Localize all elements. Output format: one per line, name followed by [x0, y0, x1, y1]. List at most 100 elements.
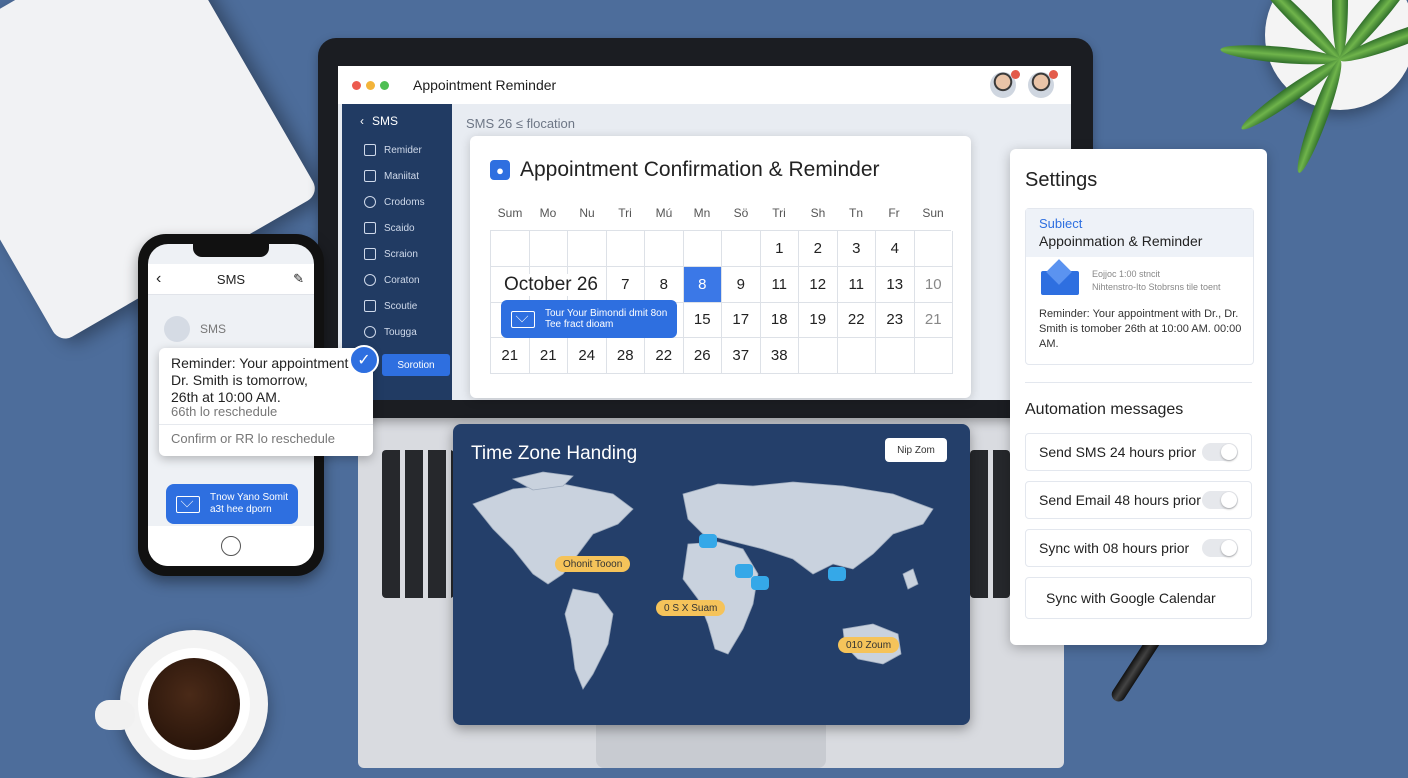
time-zone-tag[interactable]: Ohonit Tooon [555, 556, 631, 572]
weekday-label: Sum [497, 206, 523, 220]
plant-pot [1219, 0, 1408, 176]
sidebar-item-active[interactable]: Sorotion [382, 354, 450, 376]
calendar-day[interactable] [837, 338, 876, 374]
calendar-day[interactable]: 12 [799, 266, 838, 303]
weekday-label: Sun [922, 206, 944, 220]
calendar-day[interactable]: 1 [760, 231, 799, 267]
calendar-day[interactable]: 11 [837, 266, 876, 303]
weekday-label: Tri [772, 206, 786, 220]
sidebar-item[interactable]: Scraion [364, 248, 418, 260]
location-pin-icon[interactable] [751, 576, 769, 590]
minimize-window-dot[interactable] [366, 80, 375, 90]
calendar-header: ● Appointment Confirmation & Reminder [490, 158, 880, 182]
sidebar-item[interactable]: Scoutie [364, 300, 417, 312]
calendar-day[interactable]: 9 [722, 266, 761, 303]
calendar-day[interactable]: 7 [606, 266, 645, 303]
calendar-day[interactable] [529, 231, 568, 267]
calendar-day[interactable]: 21 [491, 338, 530, 374]
location-pin-icon[interactable] [735, 564, 753, 578]
sidebar-item[interactable]: Crodoms [364, 196, 425, 208]
calendar-day[interactable] [683, 231, 722, 267]
calendar-day[interactable]: 2 [799, 231, 838, 267]
compose-icon[interactable]: ✎ [293, 271, 304, 287]
toggle-switch[interactable] [1202, 443, 1238, 461]
sidebar-back[interactable]: ‹ SMS [360, 114, 398, 128]
time-zone-panel: Time Zone Handing Nip Zom Ohonit Tooon 0… [453, 424, 970, 725]
chevron-left-icon: ‹ [360, 114, 364, 128]
subject-label: Subiect [1039, 216, 1083, 231]
home-button[interactable] [221, 536, 241, 556]
calendar-day[interactable]: 38 [760, 338, 799, 374]
location-pin-icon[interactable] [699, 534, 717, 548]
calendar-day[interactable]: 18 [760, 302, 799, 339]
sidebar-item[interactable]: Coraton [364, 274, 420, 286]
confirm-text[interactable]: Confirm or RR lo reschedule [171, 431, 335, 446]
calendar-event[interactable]: Tour Your Bimondi dmit 8on Tee fract dio… [501, 300, 677, 338]
back-arrow-icon[interactable]: ‹ [156, 270, 161, 288]
contact-label: SMS [200, 322, 227, 336]
document-icon [364, 144, 376, 156]
avatar[interactable] [1028, 70, 1058, 98]
message-bubble[interactable]: Tnow Yano Somit a3t hee dporn [166, 484, 298, 524]
calendar-day[interactable] [799, 338, 838, 374]
weekday-label: Tn [848, 206, 863, 220]
calendar-day[interactable]: 13 [876, 266, 915, 303]
calendar-day[interactable]: 21 [914, 302, 953, 339]
calendar-day[interactable] [491, 231, 530, 267]
mail-icon [511, 310, 535, 328]
calendar-day[interactable]: 11 [760, 266, 799, 303]
mail-icon [364, 222, 376, 234]
calendar-day[interactable] [568, 231, 607, 267]
calendar-day[interactable]: 3 [837, 231, 876, 267]
calendar-day[interactable]: 21 [529, 338, 568, 374]
calendar-day[interactable] [645, 231, 684, 267]
calendar-day[interactable] [914, 231, 953, 267]
phone-bottom-bar [148, 526, 314, 566]
calendar-day[interactable]: 15 [683, 302, 722, 339]
month-label: October 26 [502, 274, 600, 296]
settings-title: Settings [1025, 169, 1098, 191]
time-zone-tag[interactable]: 0 S X Suam [656, 600, 726, 616]
sidebar-item[interactable]: Tougga [364, 326, 417, 338]
calendar-day[interactable]: 17 [722, 302, 761, 339]
message-icon [364, 170, 376, 182]
weekday-label: Tri [618, 206, 632, 220]
message-sub: 66th lo reschedule [171, 404, 278, 419]
toggle-switch[interactable] [1202, 491, 1238, 509]
phone-notch [193, 244, 269, 257]
calendar-day[interactable] [914, 338, 953, 374]
sidebar-item[interactable]: Remider [364, 144, 422, 156]
calendar-day[interactable]: 4 [876, 231, 915, 267]
sidebar-item[interactable]: Scaido [364, 222, 415, 234]
calendar-day[interactable]: 8 [683, 266, 722, 303]
toggle-switch[interactable] [1202, 539, 1238, 557]
avatar[interactable] [990, 70, 1020, 98]
calendar-day[interactable]: 19 [799, 302, 838, 339]
weekday-label: Sh [810, 206, 826, 220]
calendar-day[interactable]: 28 [606, 338, 645, 374]
option-sms-24h[interactable]: Send SMS 24 hours prior [1025, 433, 1252, 471]
time-zone-tag[interactable]: 010 Zoum [838, 637, 900, 653]
calendar-day[interactable]: 23 [876, 302, 915, 339]
calendar-day[interactable]: 37 [722, 338, 761, 374]
calendar-day[interactable]: 10 [914, 266, 953, 303]
close-window-dot[interactable] [352, 80, 361, 90]
calendar-day[interactable]: 26 [683, 338, 722, 374]
calendar-day[interactable] [876, 338, 915, 374]
world-map [472, 471, 934, 690]
calendar-day[interactable]: 24 [568, 338, 607, 374]
calendar-day[interactable]: 22 [837, 302, 876, 339]
calendar-day[interactable]: 22 [645, 338, 684, 374]
location-pin-icon[interactable] [828, 567, 846, 581]
option-sync-08h[interactable]: Sync with 08 hours prior [1025, 529, 1252, 567]
sync-google-calendar-button[interactable]: Sync with Google Calendar [1025, 577, 1252, 619]
subject-field[interactable]: Subiect Appoinmation & Reminder [1026, 209, 1253, 257]
sidebar-item[interactable]: Maniitat [364, 170, 419, 182]
calendar-day[interactable] [606, 231, 645, 267]
calendar-day[interactable] [722, 231, 761, 267]
calendar-day[interactable]: 8 [645, 266, 684, 303]
event-text: Tour Your Bimondi dmit 8on Tee fract dio… [545, 308, 668, 330]
subject-card: Subiect Appoinmation & Reminder Eojjoc 1… [1025, 208, 1254, 365]
option-email-48h[interactable]: Send Email 48 hours prior [1025, 481, 1252, 519]
maximize-window-dot[interactable] [380, 80, 389, 90]
